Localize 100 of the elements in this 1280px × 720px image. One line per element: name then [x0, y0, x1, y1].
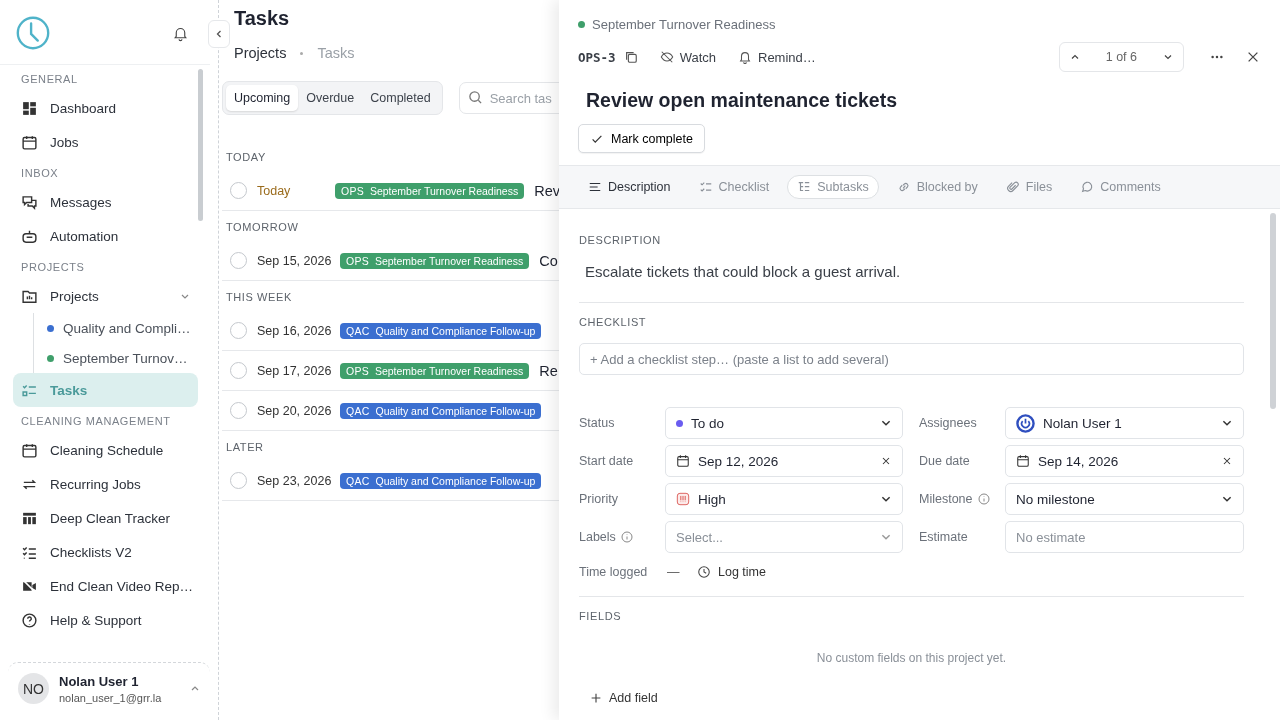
- priority-icon: [676, 492, 690, 506]
- due-date: Sep 16, 2026: [257, 323, 330, 338]
- field-label: Time logged: [579, 565, 649, 579]
- cal-icon: [21, 441, 38, 459]
- clear-icon[interactable]: [1221, 455, 1233, 467]
- field-label: Estimate: [919, 530, 968, 544]
- detail-tab[interactable]: Description: [578, 175, 681, 199]
- plus-icon: [589, 691, 603, 705]
- chevron-icon: [214, 29, 224, 39]
- user-card[interactable]: NO Nolan User 1 nolan_user_1@grr.la: [8, 662, 210, 714]
- bell-icon: [738, 50, 752, 64]
- task-key: OPS-3: [578, 49, 616, 65]
- info-icon: [620, 531, 633, 543]
- subtasks-icon: [797, 180, 812, 194]
- filter-tab[interactable]: Upcoming: [226, 85, 299, 111]
- due-date: Sep 23, 2026: [257, 473, 330, 488]
- breadcrumb-link[interactable]: Projects: [234, 45, 287, 61]
- select-field[interactable]: Nolan User 1: [1005, 407, 1244, 439]
- date-field[interactable]: Sep 14, 2026: [1005, 445, 1244, 477]
- task-title: Re: [539, 362, 558, 379]
- empty-message: No custom fields on this project yet.: [815, 651, 1008, 665]
- select-field[interactable]: High: [665, 483, 903, 515]
- comment-icon: [1080, 180, 1095, 194]
- previous-icon[interactable]: [1069, 52, 1080, 62]
- sidebar-item[interactable]: Dashboard: [13, 91, 198, 125]
- field-label: Assignees: [919, 416, 977, 430]
- task-title: Review open maintenance tickets: [586, 89, 899, 112]
- clock-logo-icon: [14, 14, 52, 52]
- calendar-icon: [676, 454, 690, 468]
- sidebar-item[interactable]: Help & Support: [13, 603, 198, 637]
- date-field[interactable]: Sep 12, 2026: [665, 445, 903, 477]
- sidebar-item[interactable]: Deep Clean Tracker: [13, 501, 198, 535]
- select-field[interactable]: No milestone: [1005, 483, 1244, 515]
- sidebar-subitem[interactable]: September Turnov…: [47, 343, 198, 373]
- field-label: Priority: [579, 492, 618, 506]
- due-date: Today: [257, 183, 292, 198]
- group-heading: TODAY: [225, 150, 267, 165]
- section-heading: DESCRIPTION: [579, 234, 662, 246]
- sidebar-item[interactable]: Recurring Jobs: [13, 467, 198, 501]
- project-tag: QAC Quality and Compliance Follow-up: [340, 402, 542, 419]
- field-label: Labels: [579, 530, 616, 544]
- select-field[interactable]: To do: [665, 407, 903, 439]
- log-time-button[interactable]: Log time: [697, 565, 766, 579]
- description-text[interactable]: Escalate tickets that could block a guest arrival.: [585, 263, 1244, 280]
- sidebar-subitem[interactable]: Quality and Compli…: [47, 313, 198, 343]
- sidebar-item[interactable]: Jobs: [13, 125, 198, 159]
- avatar-icon: [1016, 413, 1035, 433]
- section-heading: PROJECTS: [20, 260, 86, 275]
- sidebar-item[interactable]: Projects: [13, 279, 198, 313]
- paperclip-icon: [1005, 180, 1020, 194]
- calendar-icon: [1016, 454, 1030, 468]
- search-field[interactable]: Search tas: [458, 82, 559, 114]
- field-label: Start date: [579, 454, 634, 468]
- group-heading: LATER: [225, 440, 265, 455]
- copy-icon[interactable]: [623, 50, 638, 64]
- mark-complete-button[interactable]: Mark complete: [578, 124, 705, 153]
- group-heading: TOMORROW: [225, 220, 300, 235]
- field-label: Due date: [919, 454, 970, 468]
- sidebar-item[interactable]: Automation: [13, 219, 198, 253]
- remind-button[interactable]: Remind…: [738, 49, 816, 65]
- filter-tab[interactable]: Overdue: [298, 85, 363, 111]
- cal-icon: [21, 133, 38, 151]
- eye-slash-icon: [659, 50, 674, 64]
- task-title: Rev: [534, 182, 559, 199]
- due-date: Sep 20, 2026: [257, 403, 330, 418]
- field-label: Milestone: [919, 492, 973, 506]
- sidebar-item[interactable]: Cleaning Schedule: [13, 433, 198, 467]
- watch-button[interactable]: Watch: [659, 49, 716, 65]
- section-heading: CLEANING MANAGEMENT: [20, 414, 172, 429]
- checklist-icon: [698, 180, 713, 194]
- project-tag: QAC Quality and Compliance Follow-up: [340, 322, 542, 339]
- lines-icon: [588, 180, 602, 194]
- field-label: Status: [579, 416, 615, 430]
- user-avatar: NO: [18, 673, 49, 704]
- task-title: Co: [539, 252, 558, 269]
- time-value: —: [667, 565, 681, 579]
- sidebar-item[interactable]: Checklists V2: [13, 535, 198, 569]
- project-tag: OPS September Turnover Readiness: [335, 182, 525, 199]
- project-tag: QAC Quality and Compliance Follow-up: [340, 472, 542, 489]
- link-icon: [896, 180, 911, 194]
- project-tag: OPS September Turnover Readiness: [340, 252, 530, 269]
- help-icon: [21, 611, 38, 629]
- clock-icon: [697, 565, 711, 579]
- checklist-input[interactable]: + Add a checklist step… (paste a list to add several): [579, 343, 1244, 375]
- sidebar-item[interactable]: Messages: [13, 185, 198, 219]
- project-name[interactable]: September Turnover Readiness: [592, 17, 776, 32]
- add-field-button[interactable]: Add field: [589, 691, 658, 705]
- sidebar-item[interactable]: End Clean Video Rep…: [13, 569, 198, 603]
- user-email: nolan_user_1@grr.la: [59, 691, 162, 704]
- user-name: Nolan User 1: [59, 673, 140, 689]
- clear-icon[interactable]: [880, 455, 892, 467]
- due-date: Sep 17, 2026: [257, 363, 330, 378]
- chat-icon: [21, 193, 38, 211]
- section-heading: INBOX: [20, 166, 60, 181]
- next-icon[interactable]: [1163, 52, 1173, 62]
- close-icon[interactable]: [1246, 50, 1260, 64]
- section-heading: FIELDS: [579, 610, 623, 622]
- filter-tab[interactable]: Completed: [362, 85, 439, 111]
- page-title: Tasks: [234, 7, 291, 30]
- info-icon: [977, 493, 990, 505]
